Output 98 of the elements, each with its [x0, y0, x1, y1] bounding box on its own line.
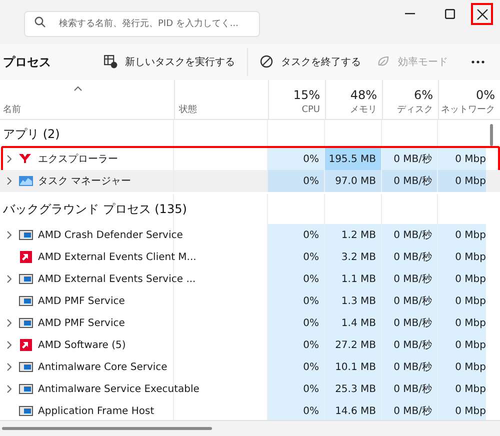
process-row[interactable]: AMD External Events Client M... 0% 3.2 MB 0 MB/秒 0 Mbp: [0, 246, 500, 268]
table-cell: 0 MB/秒: [382, 290, 438, 312]
table-cell: 0 Mbp: [438, 224, 486, 246]
table-cell: 0 Mbp: [438, 334, 486, 356]
close-button[interactable]: [471, 3, 493, 25]
table-cell: 0 MB/秒: [382, 170, 438, 192]
table-cell: 0 MB/秒: [382, 268, 438, 290]
table-cell: 0 Mbp: [438, 246, 486, 268]
table-cell: 0 Mbp: [438, 400, 486, 420]
table-cell: 0 Mbp: [438, 312, 486, 334]
process-row[interactable]: Antimalware Service Executable 0% 25.3 MB 0 MB/秒 0 Mbp: [0, 378, 500, 400]
window-icon: [19, 229, 33, 241]
table-cell: 1.1 MB: [325, 268, 382, 290]
table-cell: 0%: [268, 400, 325, 420]
process-name: Antimalware Service Executable: [38, 382, 200, 396]
chart-window-icon: [19, 175, 33, 187]
process-name: AMD PMF Service: [38, 294, 125, 308]
scrollbar-thumb[interactable]: [490, 124, 493, 146]
process-name: AMD Software (5): [38, 338, 126, 352]
table-cell: 0%: [268, 290, 325, 312]
process-row[interactable]: タスク マネージャー 0% 97.0 MB 0 MB/秒 0 Mbp: [0, 170, 500, 192]
column-header[interactable]: 状態: [174, 80, 268, 119]
window-icon: [19, 361, 33, 373]
process-name: AMD External Events Client M...: [38, 250, 196, 264]
table-cell: 0%: [268, 268, 325, 290]
table-cell: 14.6 MB: [325, 400, 382, 420]
process-name: AMD PMF Service: [38, 316, 125, 330]
close-icon: [476, 8, 488, 20]
process-row[interactable]: AMD Crash Defender Service 0% 1.2 MB 0 MB/秒 0 Mbp: [0, 224, 500, 246]
table-cell: 0%: [268, 170, 325, 192]
table-cell: 0 Mbp: [438, 356, 486, 378]
table-cell: 0 Mbp: [438, 148, 486, 170]
table-cell: 0 MB/秒: [382, 378, 438, 400]
table-cell: 0 Mbp: [438, 268, 486, 290]
arrow-square-icon: [19, 339, 33, 351]
column-header[interactable]: 6% ディスク: [382, 80, 438, 119]
group-heading: アプリ (2): [3, 126, 60, 143]
process-row[interactable]: AMD External Events Service ... 0% 1.1 MB 0 MB/秒 0 Mbp: [0, 268, 500, 290]
table-cell: 0 MB/秒: [382, 334, 438, 356]
table-cell: 0 MB/秒: [382, 312, 438, 334]
table-cell: 0 Mbp: [438, 378, 486, 400]
yahoo-logo-icon: [19, 153, 33, 165]
maximize-icon: [445, 9, 455, 19]
group-heading: バックグラウンド プロセス (135): [3, 201, 187, 218]
table-cell: 0 Mbp: [438, 170, 486, 192]
table-cell: 0 Mbp: [438, 290, 486, 312]
column-header[interactable]: 48% メモリ: [325, 80, 382, 119]
prohibit-icon: [260, 55, 274, 69]
column-header[interactable]: 名前: [0, 80, 174, 119]
sort-up-icon: [74, 86, 82, 91]
table-cell: 0%: [268, 356, 325, 378]
more-icon: [471, 60, 485, 64]
table-cell: 3.2 MB: [325, 246, 382, 268]
scrollbar-thumb[interactable]: [2, 427, 212, 430]
minimize-icon: [405, 13, 415, 15]
arrow-square-icon: [19, 251, 33, 263]
table-cell: 0%: [268, 378, 325, 400]
search-icon: [34, 16, 46, 28]
table-cell: 27.2 MB: [325, 334, 382, 356]
table-cell: 0%: [268, 224, 325, 246]
table-cell: 25.3 MB: [325, 378, 382, 400]
table-cell: 195.5 MB: [325, 148, 382, 170]
process-name: AMD Crash Defender Service: [38, 228, 183, 242]
toolbar-button[interactable]: 新しいタスクを実行する: [98, 48, 241, 76]
table-cell: 0%: [268, 312, 325, 334]
window-icon: [19, 273, 33, 285]
table-cell: 0 MB/秒: [382, 224, 438, 246]
toolbar-button[interactable]: タスクを終了する: [247, 48, 367, 76]
window-icon: [19, 405, 33, 417]
table-cell: 1.3 MB: [325, 290, 382, 312]
process-name: Antimalware Core Service: [38, 360, 168, 374]
column-header[interactable]: 0% ネットワーク: [438, 80, 500, 119]
window-icon: [19, 317, 33, 329]
process-row[interactable]: AMD PMF Service 0% 1.4 MB 0 MB/秒 0 Mbp: [0, 312, 500, 334]
process-row[interactable]: AMD Software (5) 0% 27.2 MB 0 MB/秒 0 Mbp: [0, 334, 500, 356]
window-icon: [19, 295, 33, 307]
window-icon: [19, 383, 33, 395]
table-cell: 0 MB/秒: [382, 400, 438, 420]
process-name: エクスプローラー: [38, 152, 118, 166]
search-field[interactable]: 検索する名前、発行元、PID を入力してく...: [24, 11, 260, 37]
table-cell: 0%: [268, 334, 325, 356]
table-cell: 10.1 MB: [325, 356, 382, 378]
table-cell: 0 MB/秒: [382, 148, 438, 170]
table-cell: 1.2 MB: [325, 224, 382, 246]
table-cell: 0%: [268, 148, 325, 170]
table-cell: 0 MB/秒: [382, 356, 438, 378]
table-cell: 1.4 MB: [325, 312, 382, 334]
window-plus-icon: [104, 55, 118, 69]
process-name: Application Frame Host: [38, 404, 154, 418]
column-header[interactable]: 15% CPU: [268, 80, 325, 119]
process-row[interactable]: Antimalware Core Service 0% 10.1 MB 0 MB/秒 0 Mbp: [0, 356, 500, 378]
table-cell: 0 MB/秒: [382, 246, 438, 268]
table-cell: 97.0 MB: [325, 170, 382, 192]
page-title: プロセス: [3, 54, 51, 71]
process-name: タスク マネージャー: [38, 174, 132, 188]
process-row[interactable]: AMD PMF Service 0% 1.3 MB 0 MB/秒 0 Mbp: [0, 290, 500, 312]
table-cell: 0%: [268, 246, 325, 268]
process-name: AMD External Events Service ...: [38, 272, 196, 286]
